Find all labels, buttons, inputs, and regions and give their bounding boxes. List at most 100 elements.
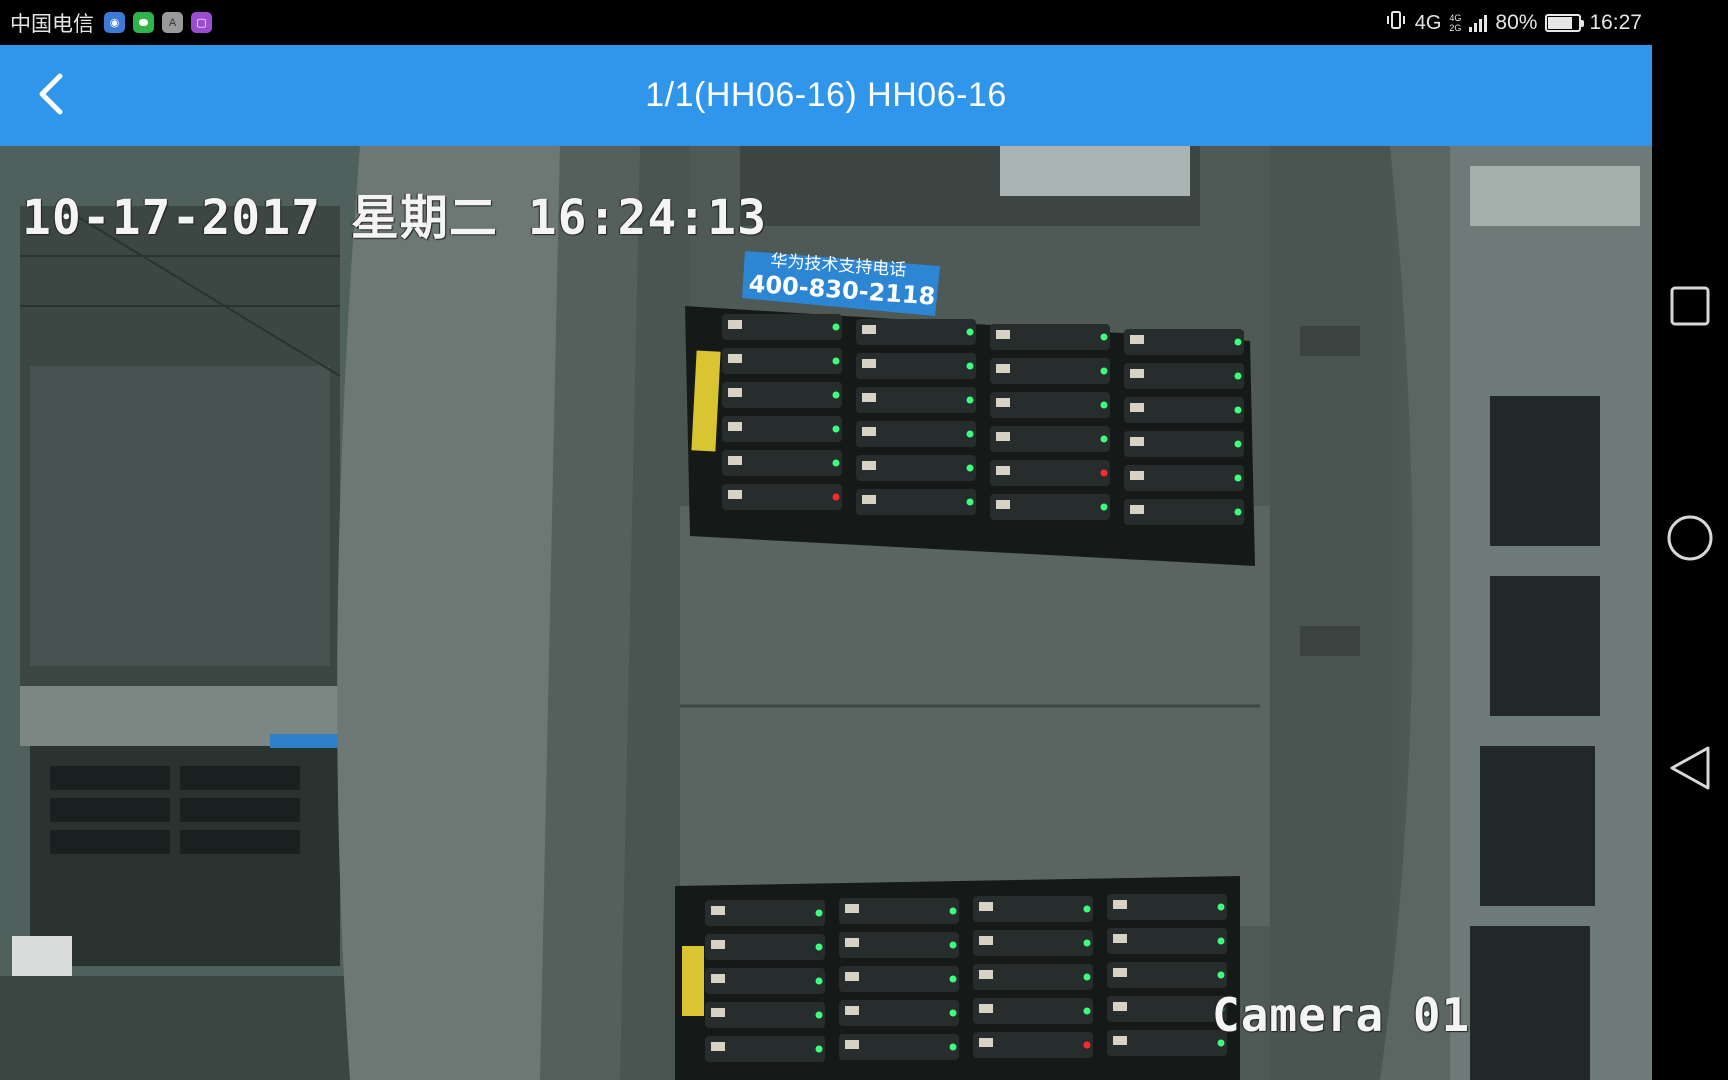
disk-label <box>711 940 725 949</box>
disk-led <box>832 391 840 399</box>
disk-led <box>949 941 957 949</box>
disk-led <box>1083 973 1091 981</box>
disk-led <box>1083 1007 1091 1015</box>
battery-icon <box>1545 13 1585 32</box>
home-button[interactable] <box>1652 502 1728 578</box>
disk-led <box>832 493 840 501</box>
disk-led <box>832 425 840 433</box>
disk-label <box>1130 403 1144 412</box>
disk-led <box>949 1043 957 1051</box>
disk-led <box>1234 372 1242 380</box>
disk-led <box>1100 503 1108 511</box>
disk-label <box>711 974 725 983</box>
disk-label <box>1113 934 1127 943</box>
disk-led <box>1217 937 1225 945</box>
recent-apps-button[interactable] <box>1652 270 1728 346</box>
disk-label <box>996 398 1010 407</box>
font-app-icon: A <box>162 12 183 33</box>
clock: 16:27 <box>1589 10 1642 34</box>
disk-led <box>966 430 974 438</box>
battery-fill <box>1548 16 1573 29</box>
disk-label <box>845 1006 859 1015</box>
disk-label <box>979 970 993 979</box>
disk-led <box>949 1009 957 1017</box>
disk-label <box>711 1008 725 1017</box>
disk-label <box>862 359 876 368</box>
disk-led <box>1234 406 1242 414</box>
disk-label <box>1130 437 1144 446</box>
disk-led <box>966 464 974 472</box>
disk-label <box>728 354 742 363</box>
disk-label <box>1130 369 1144 378</box>
disk-led <box>815 1045 823 1053</box>
disk-label <box>1113 1002 1127 1011</box>
disk-led <box>815 943 823 951</box>
disk-led <box>1234 508 1242 516</box>
system-nav-bar <box>1652 0 1728 1080</box>
disk-label <box>996 500 1010 509</box>
network-type-label: 4G <box>1414 11 1442 34</box>
disk-label <box>996 330 1010 339</box>
disk-label <box>979 902 993 911</box>
signal-strength-icon <box>1469 14 1488 32</box>
disk-label <box>728 490 742 499</box>
disk-led <box>815 909 823 917</box>
back-triangle-icon <box>1668 745 1712 796</box>
disk-led <box>1234 474 1242 482</box>
disk-label <box>1113 968 1127 977</box>
disk-label <box>862 461 876 470</box>
disk-led <box>1100 367 1108 375</box>
disk-led <box>949 975 957 983</box>
disk-label <box>862 393 876 402</box>
network-sub-top: 4G <box>1449 12 1462 23</box>
status-bar: 中国电信 ◉ A ▢ 4G 4G 2G 80% 16:27 <box>0 0 1652 45</box>
disk-led <box>1234 338 1242 346</box>
disk-label <box>845 904 859 913</box>
disk-led <box>1100 435 1108 443</box>
recent-apps-icon <box>1669 285 1711 332</box>
disk-label <box>1113 1036 1127 1045</box>
disk-label <box>862 325 876 334</box>
disk-led <box>815 1011 823 1019</box>
back-nav-button[interactable] <box>1652 732 1728 808</box>
gallery-icon: ▢ <box>191 12 212 33</box>
title-bar: 1/1(HH06-16) HH06-16 <box>0 45 1652 146</box>
disk-label <box>1130 335 1144 344</box>
status-bar-left: 中国电信 ◉ A ▢ <box>10 0 212 45</box>
disk-label <box>711 1042 725 1051</box>
disk-label <box>996 466 1010 475</box>
disk-led <box>966 396 974 404</box>
disk-led <box>832 357 840 365</box>
disk-label <box>845 1040 859 1049</box>
camera-video-feed[interactable]: 华为技术支持电话 400-830-2118 10-17-2017 星期二 16:… <box>0 146 1652 1080</box>
disk-label <box>728 422 742 431</box>
disk-label <box>862 495 876 504</box>
disk-label <box>1130 471 1144 480</box>
osd-timestamp: 10-17-2017 星期二 16:24:13 <box>22 190 767 246</box>
disk-label <box>1130 505 1144 514</box>
disk-led <box>1100 469 1108 477</box>
disk-led <box>966 362 974 370</box>
page-title: 1/1(HH06-16) HH06-16 <box>645 76 1007 114</box>
osd-camera-label: Camera 01 <box>1212 988 1471 1042</box>
disk-led <box>966 498 974 506</box>
disk-led <box>966 328 974 336</box>
blue-app-icon: ◉ <box>104 12 125 33</box>
disk-led <box>1083 939 1091 947</box>
disk-label <box>862 427 876 436</box>
disk-led <box>1234 440 1242 448</box>
disk-led <box>949 907 957 915</box>
disk-label <box>728 320 742 329</box>
disk-led <box>832 459 840 467</box>
disk-led <box>1217 903 1225 911</box>
chat-icon <box>133 12 154 33</box>
carrier-label: 中国电信 <box>10 12 94 36</box>
disk-led <box>1100 401 1108 409</box>
video-frame-illustration: 华为技术支持电话 400-830-2118 <box>0 146 1652 1080</box>
disk-label <box>728 388 742 397</box>
home-icon <box>1666 514 1714 567</box>
disk-led <box>1217 971 1225 979</box>
disk-label <box>996 364 1010 373</box>
disk-label <box>996 432 1010 441</box>
vibrate-icon <box>1385 9 1407 37</box>
